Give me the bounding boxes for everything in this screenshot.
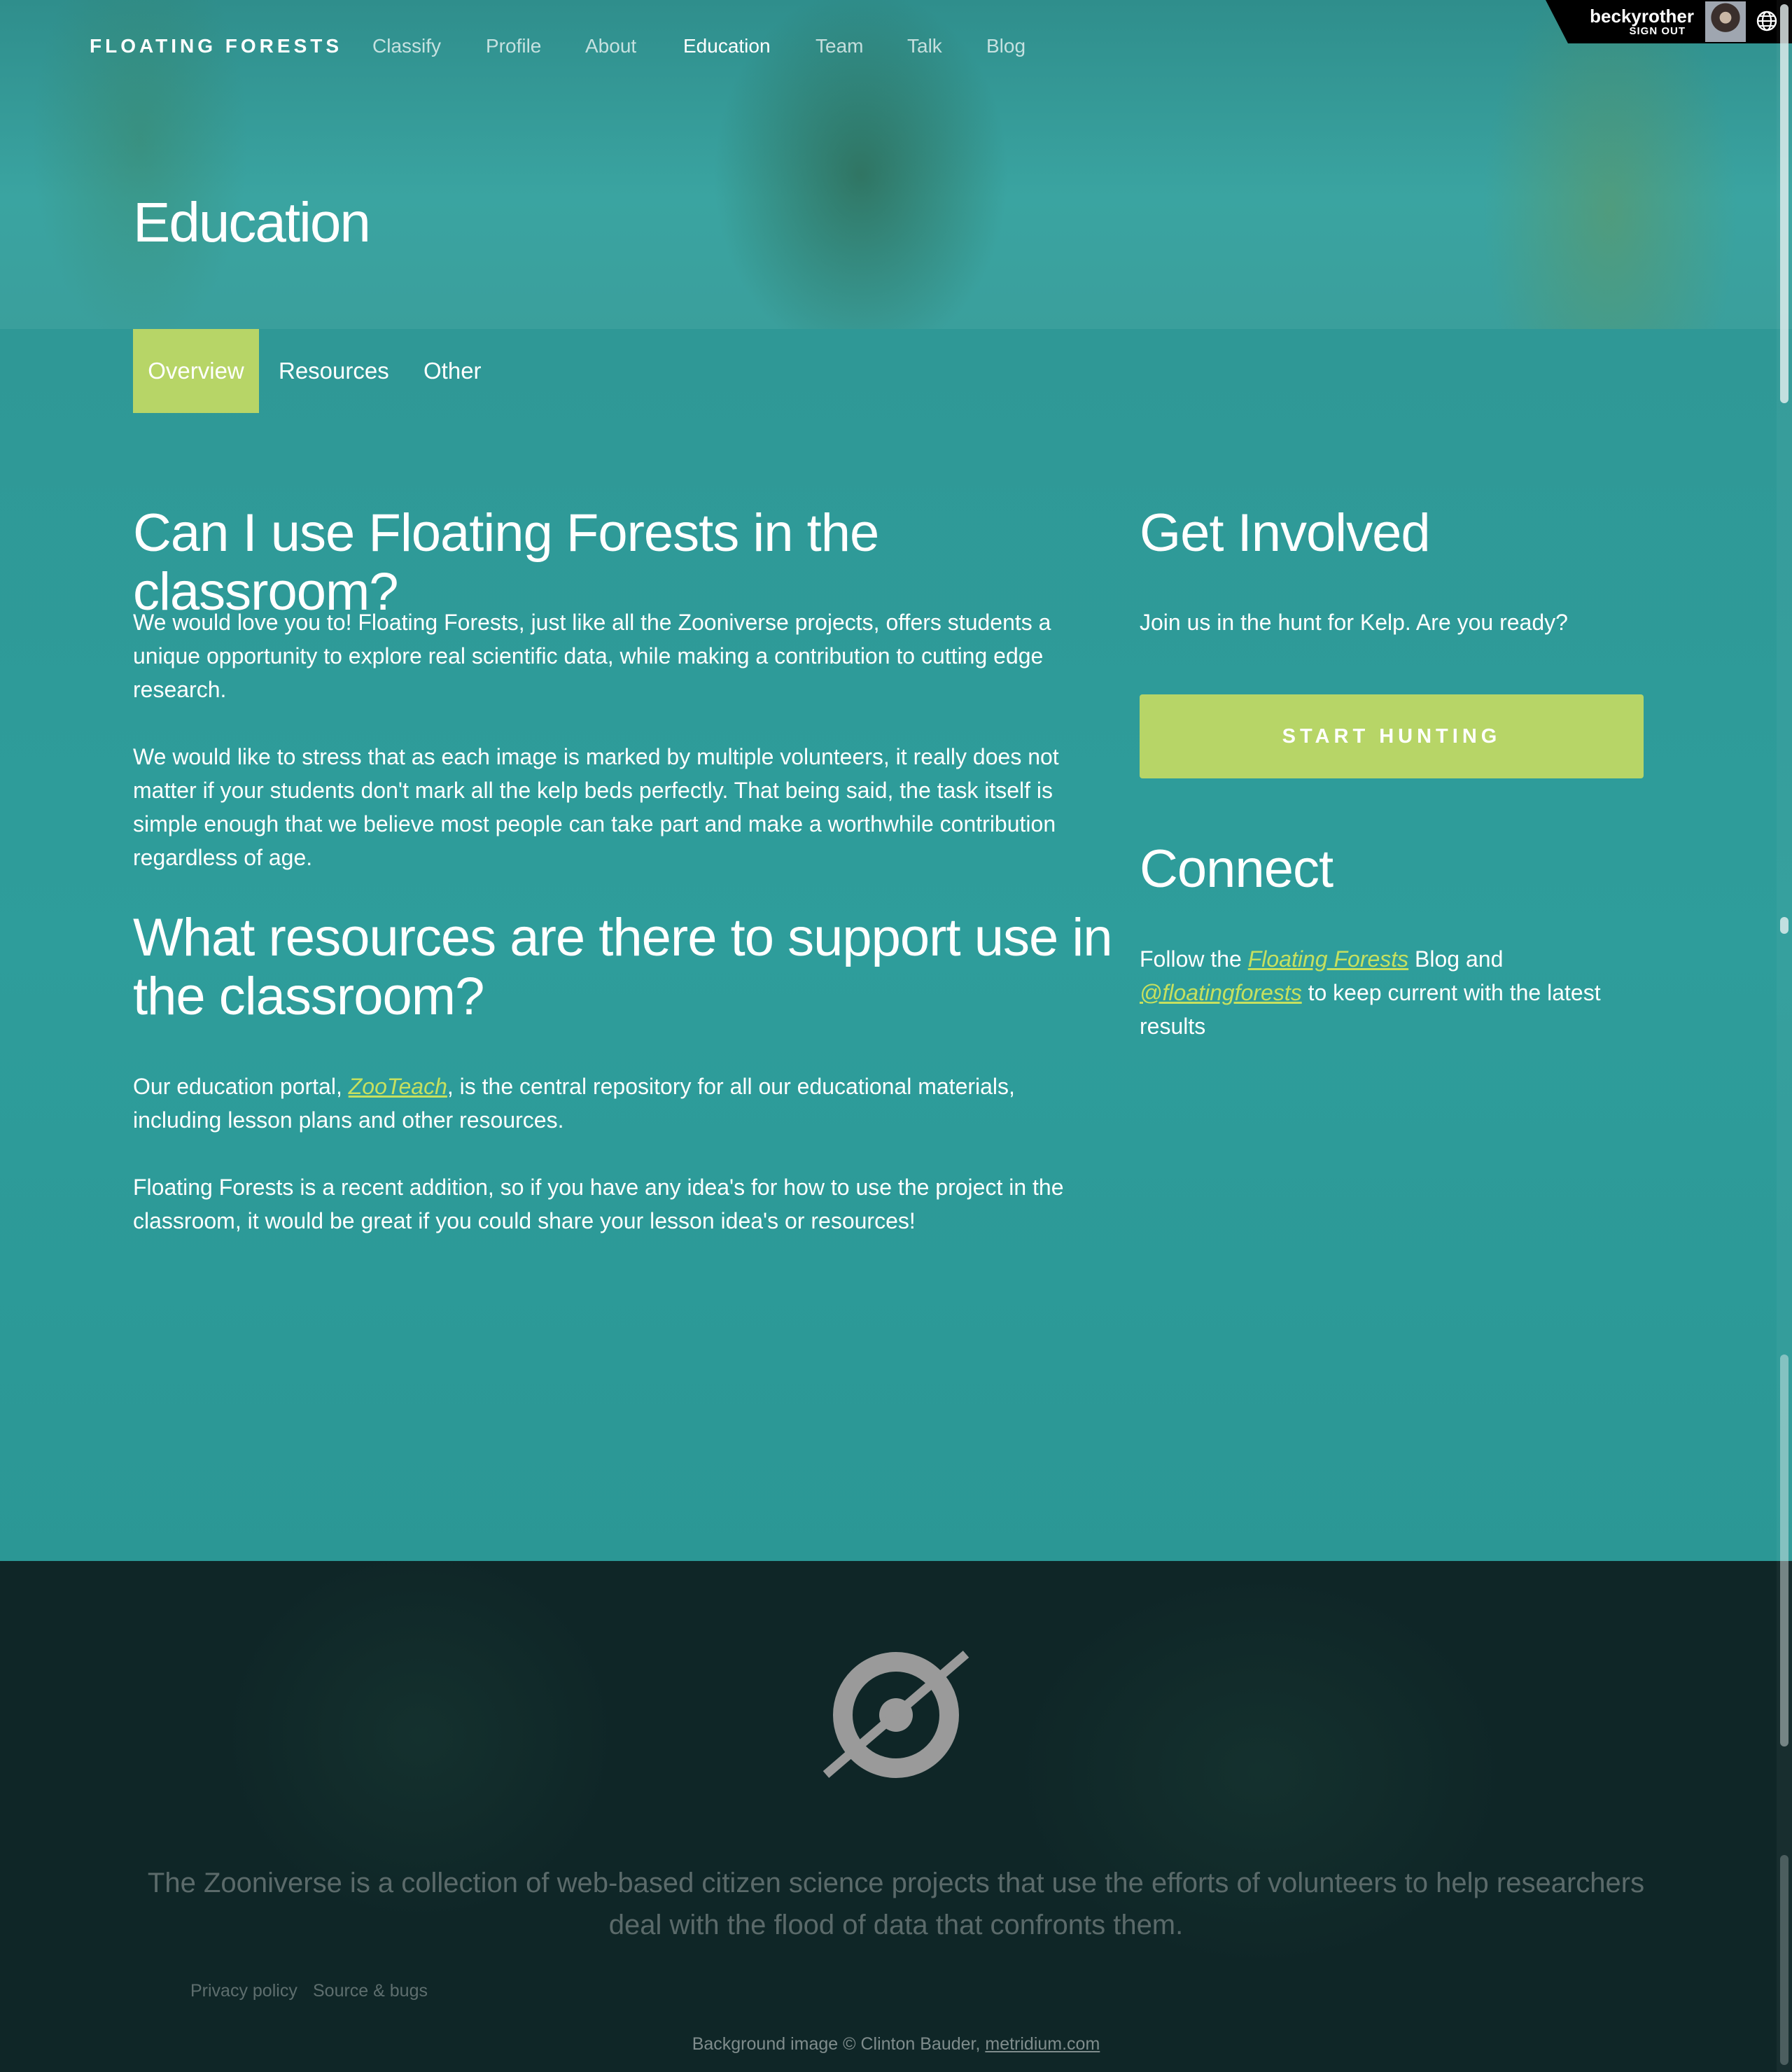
page-title: Education [133, 191, 371, 253]
twitter-link[interactable]: @floatingforests [1140, 980, 1302, 1005]
section-heading-resources-line1: What resources are there to support use … [133, 908, 1113, 967]
brand-logo-text[interactable]: FLOATING FORESTS [90, 35, 342, 57]
scrollbar-track-lower [1780, 1855, 1788, 2065]
paragraph-stress: We would like to stress that as each ima… [133, 744, 1059, 870]
credit-text: Background image © Clinton Bauder, [692, 2034, 986, 2054]
section-heading-resources: What resources are there to support use … [133, 909, 1113, 1026]
paragraph-intro: We would love you to! Floating Forests, … [133, 610, 1051, 702]
footer-tagline: The Zooniverse is a collection of web-ba… [147, 1868, 1645, 1940]
scrollbar-thumb[interactable] [1780, 4, 1788, 403]
section-heading-classroom: Can I use Floating Forests in the classr… [133, 503, 879, 622]
blog-link[interactable]: Floating Forests [1248, 946, 1408, 972]
get-involved-text: Join us in the hunt for Kelp. Are you re… [1140, 610, 1568, 635]
sign-out-link[interactable]: SIGN OUT [1582, 25, 1686, 37]
source-bugs-link[interactable]: Source & bugs [313, 1981, 428, 2001]
nav-link-talk[interactable]: Talk [907, 35, 942, 57]
connect-heading: Connect [1140, 839, 1334, 899]
top-nav: FLOATING FORESTS Classify Profile About … [0, 0, 1792, 98]
get-involved-heading: Get Involved [1140, 503, 1431, 563]
username[interactable]: beckyrother [1582, 6, 1694, 27]
nav-link-education[interactable]: Education [683, 35, 771, 57]
scrollbar-track-highlight [1780, 1354, 1788, 1746]
tab-overview[interactable]: Overview [133, 329, 259, 413]
zooteach-link[interactable]: ZooTeach [349, 1074, 447, 1099]
nav-link-classify[interactable]: Classify [372, 35, 441, 57]
nav-link-profile[interactable]: Profile [486, 35, 541, 57]
scrollbar-marker [1780, 917, 1788, 934]
metridium-link[interactable]: metridium.com [985, 2034, 1100, 2054]
privacy-policy-link[interactable]: Privacy policy [190, 1981, 298, 2001]
start-hunting-button[interactable]: START HUNTING [1140, 694, 1644, 778]
portal-text-before: Our education portal, [133, 1074, 349, 1099]
section-heading-resources-line2: the classroom? [133, 967, 484, 1026]
background-credit: Background image © Clinton Bauder, metri… [0, 2034, 1792, 2054]
paragraph-portal: Our education portal, ZooTeach, is the c… [133, 1070, 1085, 1137]
globe-icon[interactable] [1756, 10, 1778, 32]
nav-link-team[interactable]: Team [816, 35, 863, 57]
connect-text-middle: Blog and [1408, 946, 1504, 972]
user-avatar-icon[interactable] [1705, 1, 1746, 42]
paragraph-recent-addition: Floating Forests is a recent addition, s… [133, 1175, 1064, 1233]
tab-other[interactable]: Other [424, 329, 482, 413]
nav-link-blog[interactable]: Blog [986, 35, 1026, 57]
zooniverse-logo-icon[interactable] [822, 1648, 969, 1782]
connect-text: Follow the Floating Forests Blog and @flo… [1140, 942, 1672, 1043]
nav-link-about[interactable]: About [585, 35, 636, 57]
connect-text-before: Follow the [1140, 946, 1248, 972]
tab-resources[interactable]: Resources [279, 329, 389, 413]
